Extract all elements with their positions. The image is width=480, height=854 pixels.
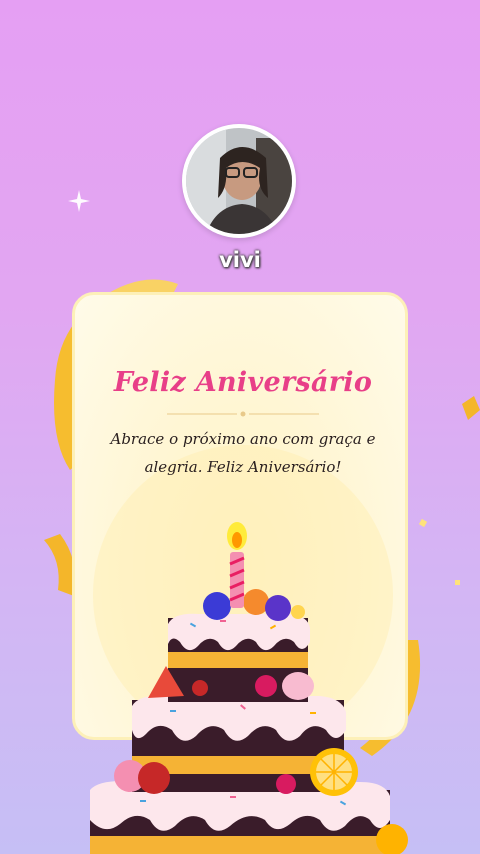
avatar[interactable] [182,124,296,238]
sparkle-icon [68,190,90,212]
title-divider [167,411,319,417]
avatar-photo [186,128,292,234]
birthday-cake-illustration [90,522,408,854]
card-message: Abrace o próximo ano com graça e alegria… [110,430,376,476]
card-title: Feliz Aniversário [113,367,373,398]
username: vivi [219,248,261,272]
